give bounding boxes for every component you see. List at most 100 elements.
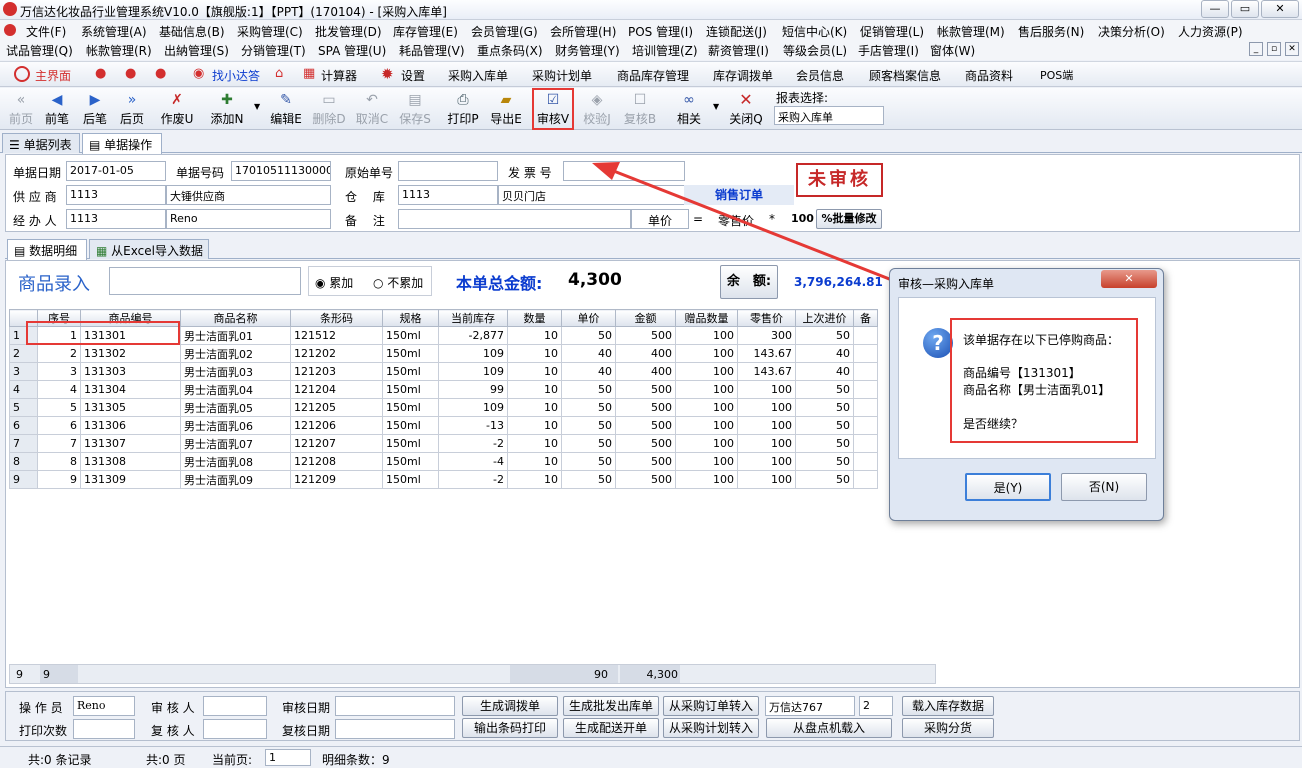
price-cell[interactable]: 50 <box>561 434 616 453</box>
stock-cell[interactable]: -2 <box>438 434 508 453</box>
note-cell[interactable] <box>853 470 878 489</box>
menu-purchase[interactable]: 采购管理(C) <box>237 23 303 40</box>
barcode-cell[interactable]: 121203 <box>290 362 383 381</box>
note-cell[interactable] <box>853 380 878 399</box>
menu-window[interactable]: 窗体(W) <box>930 42 975 59</box>
first-page-button[interactable]: «前页 <box>2 90 40 128</box>
load-stock-button[interactable]: 载入库存数据 <box>902 696 994 716</box>
menu-cashier[interactable]: 出納管理(S) <box>164 42 229 59</box>
amount-cell[interactable]: 500 <box>615 380 676 399</box>
gift-cell[interactable]: 100 <box>675 380 738 399</box>
note-cell[interactable] <box>853 362 878 381</box>
header-price[interactable]: 单价 <box>561 309 616 327</box>
reviewer-field[interactable] <box>203 719 267 739</box>
menu-service[interactable]: 售后服务(N) <box>1018 23 1084 40</box>
related-button[interactable]: ∞ 相关 <box>670 90 708 128</box>
seq-cell[interactable]: 2 <box>37 344 81 363</box>
price-cell[interactable]: 50 <box>561 470 616 489</box>
current-page-input[interactable]: 1 <box>265 749 311 766</box>
name-cell[interactable]: 男士洁面乳07 <box>180 434 291 453</box>
house-icon[interactable]: ⌂ <box>275 66 283 81</box>
note-cell[interactable] <box>853 398 878 417</box>
gen-wholesale-button[interactable]: 生成批发出库单 <box>563 696 659 716</box>
table-row[interactable]: 4 4 131304 男士洁面乳04 121204 150ml 99 10 50 500 100 10… <box>9 380 878 399</box>
tab-excel-import[interactable]: ▦ 从Excel导入数据 <box>89 239 209 259</box>
code-cell[interactable]: 131305 <box>80 398 181 417</box>
spec-cell[interactable]: 150ml <box>382 470 439 489</box>
operator-field[interactable]: Reno <box>73 696 135 716</box>
seq-cell[interactable]: 3 <box>37 362 81 381</box>
stock-cell[interactable]: 99 <box>438 380 508 399</box>
report-select[interactable]: 采购入库单 <box>774 106 884 125</box>
gift-icon[interactable]: ● <box>155 66 166 81</box>
close-window-button[interactable]: ✕ <box>1261 0 1299 18</box>
verify-button[interactable]: ◈ 校验J <box>578 90 616 128</box>
retail-cell[interactable]: 100 <box>737 434 796 453</box>
code-cell[interactable]: 131303 <box>80 362 181 381</box>
code-cell[interactable]: 131304 <box>80 380 181 399</box>
menu-member[interactable]: 会员管理(G) <box>471 23 538 40</box>
next-record-button[interactable]: ▶ 后笔 <box>76 90 114 128</box>
chat-icon[interactable]: ● <box>125 66 136 81</box>
barcode-cell[interactable]: 121204 <box>290 380 383 399</box>
menu-hr[interactable]: 人力资源(P) <box>1178 23 1243 40</box>
settings-link[interactable]: 设置 <box>401 67 425 84</box>
last-cost-cell[interactable]: 50 <box>795 452 854 471</box>
seq-cell[interactable]: 6 <box>37 416 81 435</box>
price-cell[interactable]: 50 <box>561 380 616 399</box>
company-field[interactable]: 万信达767 <box>765 696 855 716</box>
gift-cell[interactable]: 100 <box>675 434 738 453</box>
menu-level[interactable]: 等级会员(L) <box>783 42 847 59</box>
gift-cell[interactable]: 100 <box>675 470 738 489</box>
handler-name-field[interactable]: Reno <box>166 209 331 229</box>
menu-promo[interactable]: 促销管理(L) <box>860 23 924 40</box>
menu-account[interactable]: 帐款管理(M) <box>937 23 1005 40</box>
seq-cell[interactable]: 8 <box>37 452 81 471</box>
menu-salary[interactable]: 薪资管理(I) <box>708 42 769 59</box>
qty-cell[interactable]: 10 <box>507 326 562 345</box>
tab-list[interactable]: ☰ 单据列表 <box>2 133 80 153</box>
price-cell[interactable]: 40 <box>561 362 616 381</box>
qty-cell[interactable]: 10 <box>507 398 562 417</box>
last-cost-cell[interactable]: 50 <box>795 398 854 417</box>
date-field[interactable]: 2017-01-05 <box>66 161 166 181</box>
stock-cell[interactable]: -13 <box>438 416 508 435</box>
menu-club[interactable]: 会所管理(H) <box>550 23 616 40</box>
main-screen-link[interactable]: 主界面 <box>35 67 71 84</box>
gen-delivery-button[interactable]: 生成配送开单 <box>563 718 659 738</box>
spec-cell[interactable]: 150ml <box>382 398 439 417</box>
menu-training[interactable]: 培训管理(Z) <box>632 42 698 59</box>
quick-transfer[interactable]: 库存调拨单 <box>713 67 773 84</box>
spec-cell[interactable]: 150ml <box>382 344 439 363</box>
spec-cell[interactable]: 150ml <box>382 362 439 381</box>
quick-purchase-in[interactable]: 采购入库单 <box>448 67 508 84</box>
note-cell[interactable] <box>853 434 878 453</box>
retail-cell[interactable]: 100 <box>737 416 796 435</box>
amount-cell[interactable]: 500 <box>615 470 676 489</box>
amount-cell[interactable]: 500 <box>615 398 676 417</box>
amount-cell[interactable]: 400 <box>615 362 676 381</box>
retail-cell[interactable]: 100 <box>737 380 796 399</box>
close-button[interactable]: ✕ 关闭Q <box>727 90 765 128</box>
table-row[interactable]: 8 8 131308 男士洁面乳08 121208 150ml -4 10 50 500 100 10… <box>9 452 878 471</box>
qty-cell[interactable]: 10 <box>507 434 562 453</box>
mdi-close-button[interactable]: ✕ <box>1285 42 1299 56</box>
name-cell[interactable]: 男士洁面乳03 <box>180 362 291 381</box>
auditor-field[interactable] <box>203 696 267 716</box>
stock-cell[interactable]: 109 <box>438 344 508 363</box>
stock-cell[interactable]: -2,877 <box>438 326 508 345</box>
seq-cell[interactable]: 9 <box>37 470 81 489</box>
barcode-cell[interactable]: 121205 <box>290 398 383 417</box>
barcode-cell[interactable]: 121206 <box>290 416 383 435</box>
quick-member[interactable]: 会员信息 <box>796 67 844 84</box>
menu-wholesale[interactable]: 批发管理(D) <box>315 23 382 40</box>
name-cell[interactable]: 男士洁面乳09 <box>180 470 291 489</box>
qty-cell[interactable]: 10 <box>507 344 562 363</box>
seq-cell[interactable]: 5 <box>37 398 81 417</box>
quick-customer[interactable]: 顾客档案信息 <box>869 67 941 84</box>
retail-cell[interactable]: 143.67 <box>737 362 796 381</box>
table-row[interactable]: 7 7 131307 男士洁面乳07 121207 150ml -2 10 50 500 100 10… <box>9 434 878 453</box>
supplier-code-field[interactable]: 1113 <box>66 185 166 205</box>
barcode-cell[interactable]: 121202 <box>290 344 383 363</box>
header-last-cost[interactable]: 上次进价 <box>795 309 854 327</box>
